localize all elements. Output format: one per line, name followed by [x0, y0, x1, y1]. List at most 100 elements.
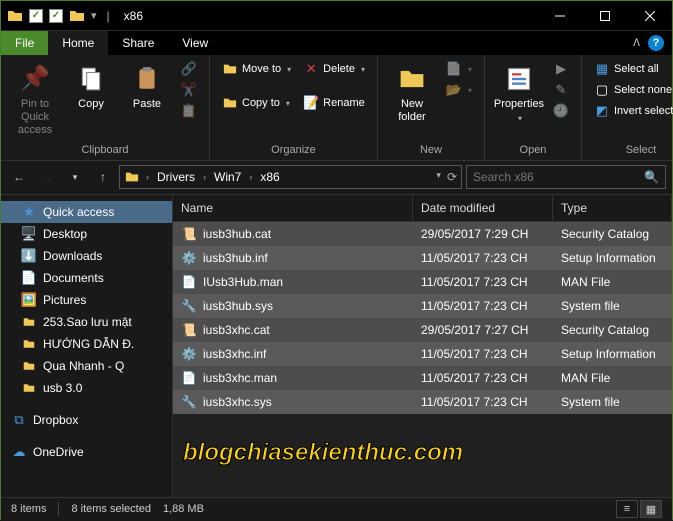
back-button[interactable]: ←	[7, 165, 31, 189]
table-row[interactable]: 📜iusb3xhc.cat29/05/2017 7:27 CHSecurity …	[173, 318, 672, 342]
table-row[interactable]: 🔧iusb3xhc.sys11/05/2017 7:23 CHSystem fi…	[173, 390, 672, 414]
group-select: ▦Select all ▢Select none ◩Invert selecti…	[582, 55, 673, 160]
new-item-button[interactable]: 📄▾	[442, 59, 476, 79]
minimize-button[interactable]	[537, 1, 582, 31]
tab-view[interactable]: View	[168, 31, 222, 55]
collapse-ribbon-icon[interactable]: ᐱ	[633, 38, 640, 49]
sidebar-folder-1[interactable]: 253.Sao lưu mật	[1, 311, 172, 333]
view-large-button[interactable]: ▦	[640, 500, 662, 518]
search-input[interactable]	[473, 170, 644, 184]
col-date-header[interactable]: Date modified	[413, 195, 553, 221]
qa-dropdown-icon[interactable]: ▾	[91, 9, 97, 22]
delete-icon: ✕	[303, 61, 319, 77]
recent-dropdown-icon[interactable]: ▾	[63, 165, 87, 189]
file-icon: ⚙️	[181, 346, 197, 362]
folder-icon	[21, 336, 37, 352]
close-button[interactable]	[627, 1, 672, 31]
folder-icon	[21, 380, 37, 396]
file-name: iusb3xhc.man	[203, 371, 277, 385]
new-folder-button[interactable]: New folder	[386, 59, 438, 128]
list-header: Name Date modified Type	[173, 195, 672, 222]
sidebar-quick-access[interactable]: ★Quick access	[1, 201, 172, 223]
sidebar-dropbox[interactable]: ⧉Dropbox	[1, 409, 172, 431]
file-type: Security Catalog	[553, 223, 672, 245]
tab-share[interactable]: Share	[108, 31, 168, 55]
documents-icon: 📄	[21, 270, 37, 286]
copy-path-icon: 🔗	[181, 61, 197, 77]
sidebar-desktop[interactable]: 🖥️Desktop	[1, 223, 172, 245]
search-box[interactable]: 🔍	[466, 165, 666, 189]
easy-access-icon: 📂	[446, 82, 462, 98]
col-name-header[interactable]: Name	[173, 195, 413, 221]
tab-home[interactable]: Home	[48, 31, 108, 55]
file-name: iusb3xhc.sys	[203, 395, 272, 409]
select-all-icon: ▦	[594, 61, 610, 77]
chevron-right-icon[interactable]: ›	[201, 172, 208, 182]
table-row[interactable]: 📄IUsb3Hub.man11/05/2017 7:23 CHMAN File	[173, 270, 672, 294]
sidebar-folder-4[interactable]: usb 3.0	[1, 377, 172, 399]
qa-check-2[interactable]: ✓	[49, 9, 63, 23]
edit-button[interactable]: ✎	[549, 80, 573, 100]
sidebar-pictures[interactable]: 🖼️Pictures	[1, 289, 172, 311]
table-row[interactable]: ⚙️iusb3hub.inf11/05/2017 7:23 CHSetup In…	[173, 246, 672, 270]
window-title: x86	[124, 9, 143, 23]
dropbox-icon: ⧉	[11, 412, 27, 428]
copy-to-icon	[222, 95, 238, 111]
copy-button[interactable]: Copy	[65, 59, 117, 115]
sidebar-downloads[interactable]: ⬇️Downloads	[1, 245, 172, 267]
open-button[interactable]: ▶	[549, 59, 573, 79]
address-dropdown-icon[interactable]: ▾	[436, 170, 441, 184]
copy-path-button[interactable]: 🔗	[177, 59, 201, 79]
crumb-win7[interactable]: Win7	[210, 170, 245, 184]
col-type-header[interactable]: Type	[553, 195, 672, 221]
pictures-icon: 🖼️	[21, 292, 37, 308]
select-all-button[interactable]: ▦Select all	[590, 59, 673, 79]
sidebar-onedrive[interactable]: ☁OneDrive	[1, 441, 172, 463]
invert-icon: ◩	[594, 103, 610, 119]
search-icon: 🔍	[644, 170, 659, 184]
up-button[interactable]: ↑	[91, 165, 115, 189]
file-type: MAN File	[553, 271, 672, 293]
paste-shortcut-button[interactable]: 📋	[177, 101, 201, 121]
maximize-button[interactable]	[582, 1, 627, 31]
folder-icon	[7, 8, 23, 24]
pin-quick-access-button[interactable]: 📌 Pin to Quick access	[9, 59, 61, 142]
copy-to-button[interactable]: Copy to▾	[218, 93, 295, 113]
copy-icon	[75, 63, 107, 95]
rename-button[interactable]: 📝Rename	[299, 93, 369, 113]
table-row[interactable]: 📜iusb3hub.cat29/05/2017 7:29 CHSecurity …	[173, 222, 672, 246]
file-date: 29/05/2017 7:29 CH	[413, 223, 553, 245]
history-button[interactable]: 🕘	[549, 101, 573, 121]
file-name: iusb3xhc.inf	[203, 347, 266, 361]
forward-button[interactable]: →	[35, 165, 59, 189]
statusbar: 8 items 8 items selected 1,88 MB ≡ ▦	[1, 497, 672, 521]
select-none-button[interactable]: ▢Select none	[590, 80, 673, 100]
paste-button[interactable]: Paste	[121, 59, 173, 115]
easy-access-button[interactable]: 📂▾	[442, 80, 476, 100]
sidebar-folder-3[interactable]: Qua Nhanh - Q	[1, 355, 172, 377]
table-row[interactable]: ⚙️ iusb3xhc.inf 11/05/2017 7:23 CHSetup In…	[173, 342, 672, 366]
help-icon[interactable]: ?	[648, 35, 664, 51]
sidebar-folder-2[interactable]: HƯỚNG DẪN Đ.	[1, 333, 172, 355]
refresh-icon[interactable]: ⟳	[447, 170, 457, 184]
crumb-x86[interactable]: x86	[256, 170, 283, 184]
move-to-button[interactable]: Move to▾	[218, 59, 295, 79]
table-row[interactable]: 🔧iusb3hub.sys11/05/2017 7:23 CHSystem fi…	[173, 294, 672, 318]
address-bar[interactable]: › Drivers › Win7 › x86 ▾ ⟳	[119, 165, 462, 189]
file-date: 11/05/2017 7:23 CH	[413, 367, 553, 389]
crumb-drivers[interactable]: Drivers	[153, 170, 199, 184]
delete-button[interactable]: ✕Delete▾	[299, 59, 369, 79]
view-details-button[interactable]: ≡	[616, 500, 638, 518]
table-row[interactable]: 📄iusb3xhc.man11/05/2017 7:23 CHMAN File	[173, 366, 672, 390]
file-date: 11/05/2017 7:23 CH	[413, 343, 553, 365]
invert-selection-button[interactable]: ◩Invert selection	[590, 101, 673, 121]
group-clipboard: 📌 Pin to Quick access Copy Paste 🔗 ✂️ 📋 …	[1, 55, 210, 160]
file-type: Setup Information	[553, 343, 672, 365]
properties-button[interactable]: Properties▾	[493, 59, 545, 128]
chevron-right-icon[interactable]: ›	[144, 172, 151, 182]
sidebar-documents[interactable]: 📄Documents	[1, 267, 172, 289]
tab-file[interactable]: File	[1, 31, 48, 55]
cut-button[interactable]: ✂️	[177, 80, 201, 100]
chevron-right-icon[interactable]: ›	[247, 172, 254, 182]
qa-check-1[interactable]: ✓	[29, 9, 43, 23]
